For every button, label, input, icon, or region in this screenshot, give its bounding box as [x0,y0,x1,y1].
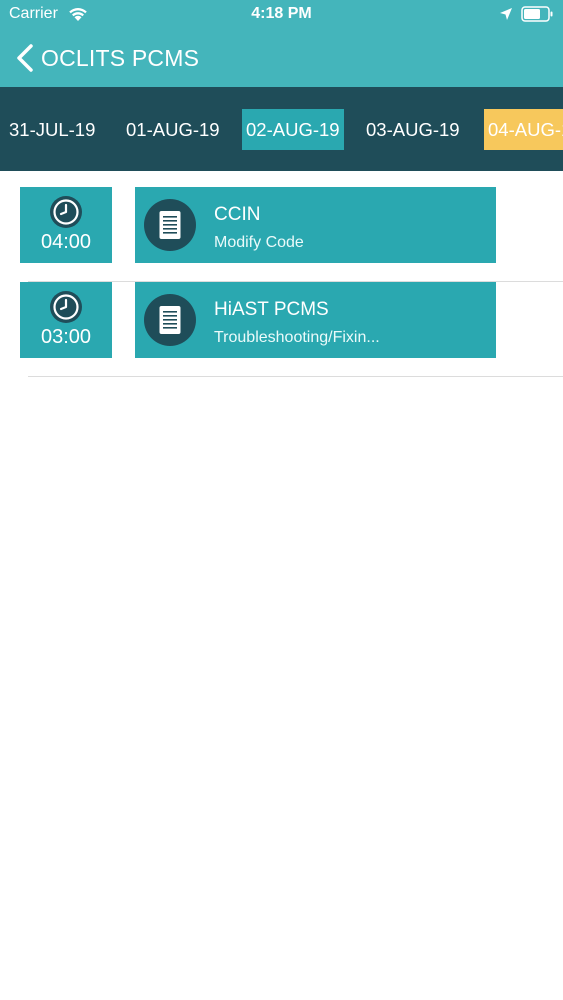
chevron-left-icon[interactable] [14,43,36,73]
task-name: Modify Code [214,234,304,251]
list-item[interactable]: 04:00 CCIN Modify Code [20,187,563,282]
date-item[interactable]: 31-JUL-19 [5,109,99,150]
project-name: CCIN [214,204,261,225]
project-name: HiAST PCMS [214,299,329,320]
task-name: Troubleshooting/Fixin... [214,329,380,346]
date-item-today[interactable]: 04-AUG-19 [484,109,563,150]
duration-tile[interactable]: 04:00 [20,187,112,263]
location-arrow-icon [500,8,512,20]
page-title: OCLITS PCMS [41,45,200,71]
clock-icon [50,291,82,323]
date-item-selected[interactable]: 02-AUG-19 [242,109,344,150]
battery-icon [521,6,553,22]
row-divider [28,376,563,377]
status-bar: Carrier 4:18 PM [0,0,563,30]
duration-tile[interactable]: 03:00 [20,282,112,358]
task-tile[interactable]: HiAST PCMS Troubleshooting/Fixin... [135,282,496,358]
document-icon [144,199,196,251]
navigation-bar: OCLITS PCMS [0,30,563,87]
clock-icon [50,196,82,228]
duration-text: 03:00 [40,326,92,348]
status-time: 4:18 PM [251,5,312,22]
app-header: Carrier 4:18 PM OCLITS PCMS [0,0,563,87]
date-item[interactable]: 03-AUG-19 [362,109,464,150]
document-icon [144,294,196,346]
date-item[interactable]: 01-AUG-19 [122,109,224,150]
task-tile[interactable]: CCIN Modify Code [135,187,496,263]
duration-text: 04:00 [40,231,92,253]
list-item[interactable]: 03:00 HiAST PCMS Troubleshooting/Fixin..… [20,282,563,377]
date-selector[interactable]: 31-JUL-19 01-AUG-19 02-AUG-19 03-AUG-19 … [0,87,563,171]
